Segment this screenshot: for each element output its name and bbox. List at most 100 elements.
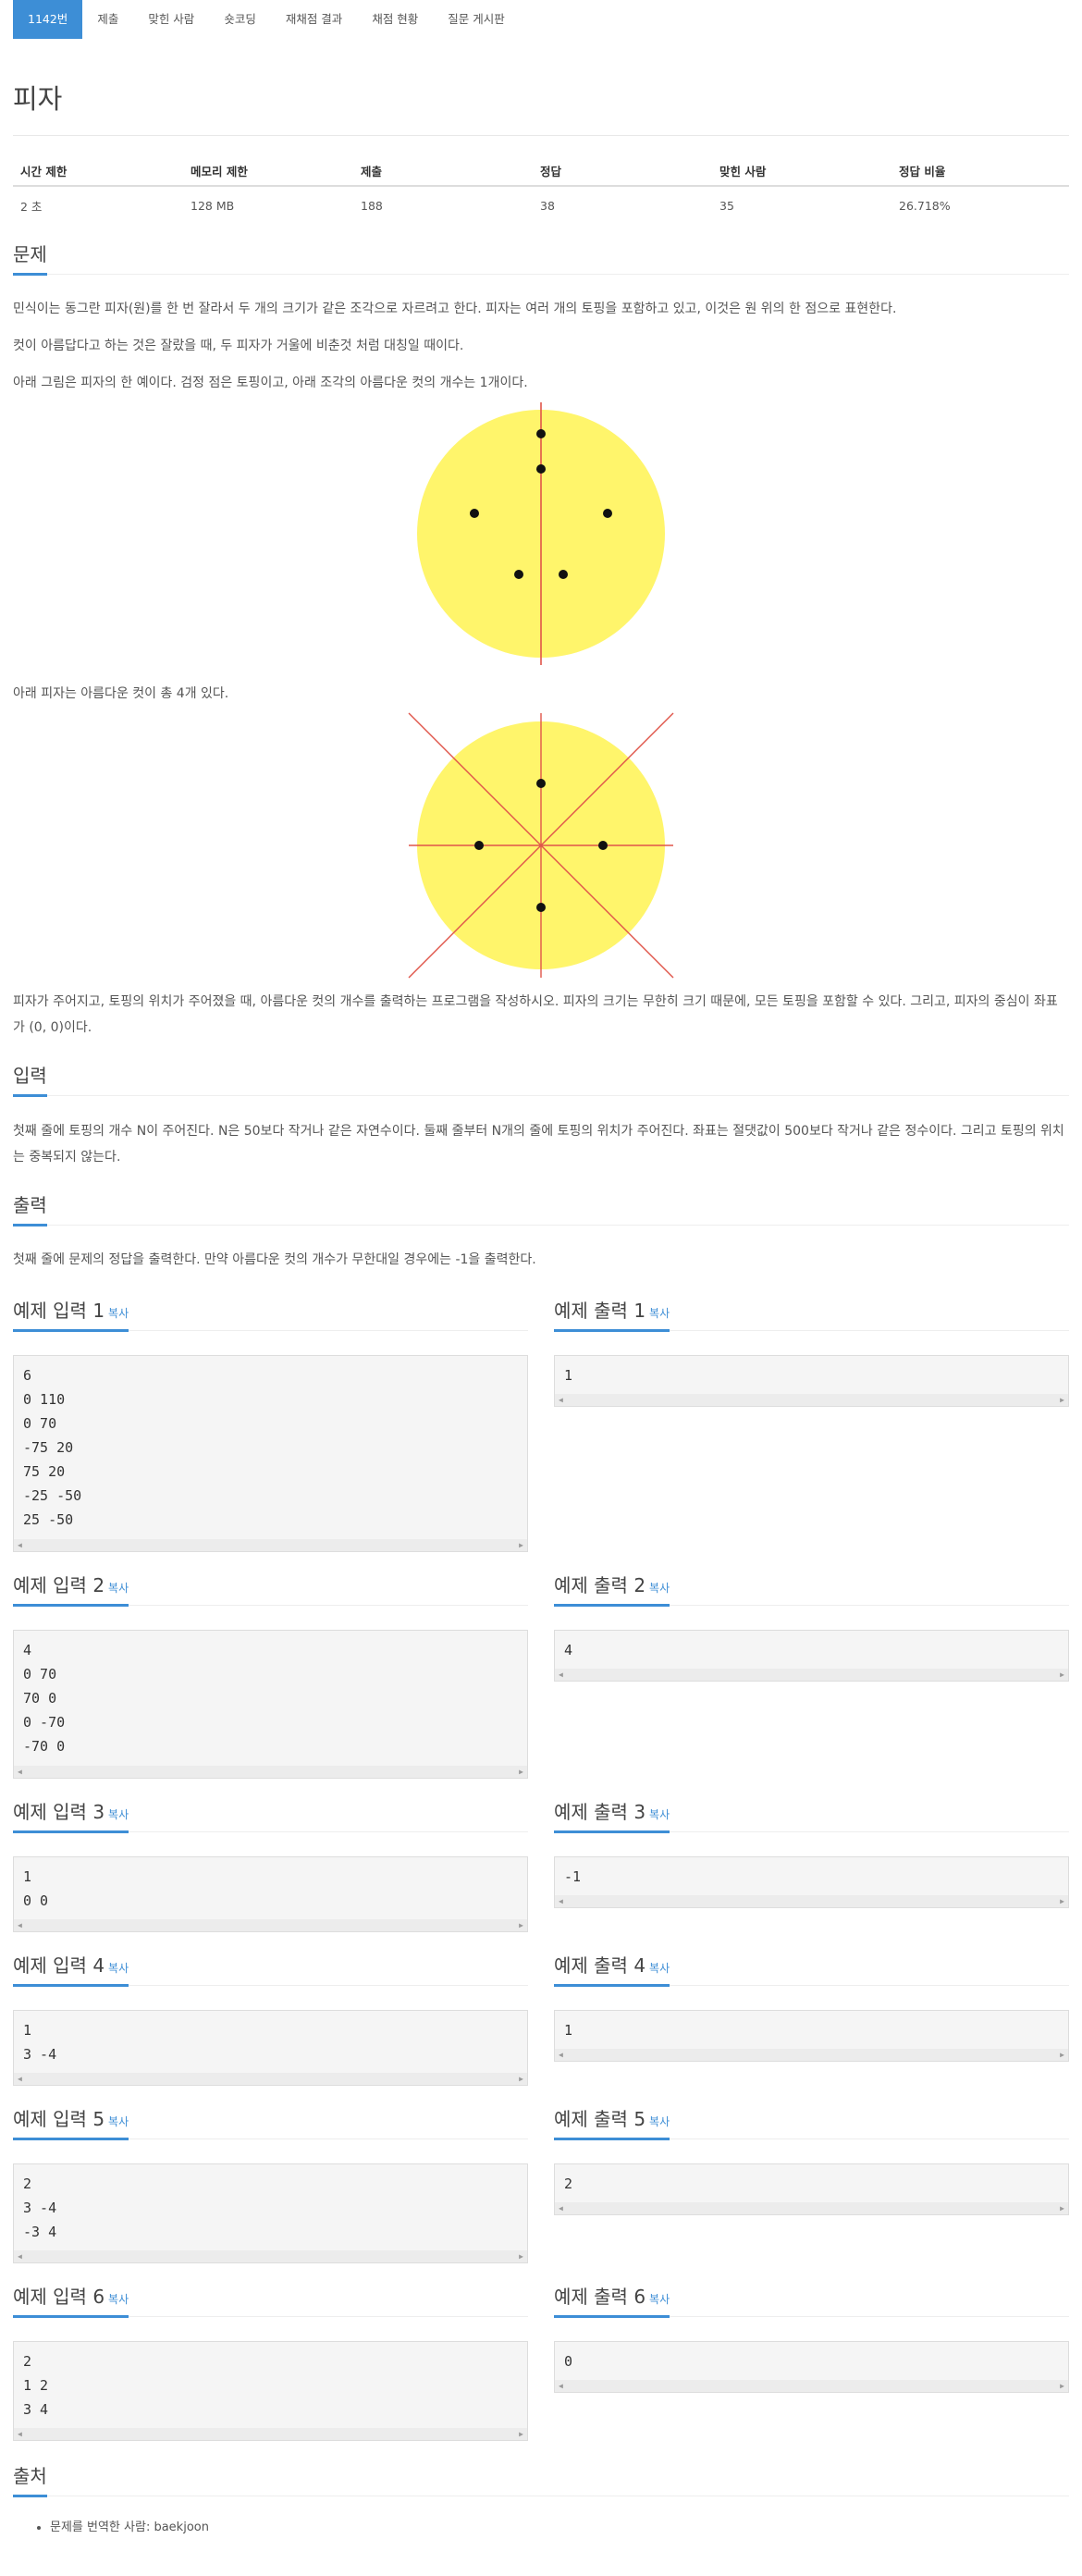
topping-dot <box>536 779 546 788</box>
problem-heading: 문제 <box>13 240 47 276</box>
accepted-value: 38 <box>540 199 555 213</box>
problem-info-table: 시간 제한 메모리 제한 제출 정답 맞힌 사람 정답 비율 2 초 128 M… <box>13 162 1069 217</box>
sample-input-box[interactable]: 4 0 70 70 0 0 -70 -70 0 ◀ ▶ <box>13 1630 528 1779</box>
sample-output-5-head: 예제 출력 5 복사 <box>554 2104 1069 2140</box>
source-translator: 문제를 번역한 사람: baekjoon <box>50 2517 1069 2534</box>
tab-board[interactable]: 질문 게시판 <box>433 0 519 39</box>
sample-output-6-head: 예제 출력 6 복사 <box>554 2282 1069 2318</box>
horizontal-scrollbar[interactable]: ◀ ▶ <box>555 2380 1068 2392</box>
copy-button[interactable]: 복사 <box>649 1808 670 1821</box>
sample-output-text: 1 <box>564 2022 573 2039</box>
header-submissions: 제출 <box>353 162 533 187</box>
sample-input-text: 1 0 0 <box>23 1868 49 1909</box>
horizontal-scrollbar[interactable]: ◀ ▶ <box>555 1895 1068 1907</box>
topping-dot <box>598 841 608 850</box>
copy-button[interactable]: 복사 <box>108 1582 129 1595</box>
sample-row: 예제 입력 1 복사 6 0 110 0 70 -75 20 75 20 -25 … <box>13 1296 1069 1552</box>
sample-output-text: 2 <box>564 2175 573 2192</box>
sample-output-1: 예제 출력 1 복사 1 ◀ ▶ <box>554 1296 1069 1552</box>
sample-output-2-head: 예제 출력 2 복사 <box>554 1571 1069 1607</box>
copy-button[interactable]: 복사 <box>649 1307 670 1320</box>
horizontal-scrollbar[interactable]: ◀ ▶ <box>14 1539 527 1551</box>
horizontal-scrollbar[interactable]: ◀ ▶ <box>555 1394 1068 1406</box>
pizza-figure-2 <box>408 712 674 979</box>
input-section-head: 입력 <box>13 1061 1069 1097</box>
horizontal-scrollbar[interactable]: ◀ ▶ <box>14 1919 527 1931</box>
topping-dot <box>603 509 612 518</box>
tab-short-coding[interactable]: 숏코딩 <box>209 0 271 39</box>
copy-button[interactable]: 복사 <box>108 2293 129 2306</box>
problem-text-5: 피자가 주어지고, 토핑의 위치가 주어졌을 때, 아름다운 컷의 개수를 출력… <box>13 994 1058 1035</box>
sample-output-box[interactable]: -1 ◀ ▶ <box>554 1856 1069 1908</box>
sample-input-3: 예제 입력 3 복사 1 0 0 ◀ ▶ <box>13 1797 528 1932</box>
sample-input-box[interactable]: 2 1 2 3 4 ◀ ▶ <box>13 2341 528 2441</box>
problem-text-1: 민식이는 동그란 피자(원)를 한 번 잘라서 두 개의 크기가 같은 조각으로… <box>13 302 897 316</box>
sample-input-box[interactable]: 2 3 -4 -3 4 ◀ ▶ <box>13 2163 528 2263</box>
tab-status[interactable]: 채점 현황 <box>357 0 433 39</box>
sample-output-4-head: 예제 출력 4 복사 <box>554 1951 1069 1987</box>
sample-output-5: 예제 출력 5 복사 2 ◀ ▶ <box>554 2104 1069 2263</box>
horizontal-scrollbar[interactable]: ◀ ▶ <box>555 2202 1068 2214</box>
horizontal-scrollbar[interactable]: ◀ ▶ <box>14 1766 527 1778</box>
topping-dot <box>536 429 546 438</box>
copy-button[interactable]: 복사 <box>108 1962 129 1975</box>
copy-button[interactable]: 복사 <box>108 2115 129 2128</box>
page-title: 피자 <box>13 83 63 115</box>
copy-button[interactable]: 복사 <box>649 2293 670 2306</box>
section-divider <box>13 1225 1069 1226</box>
horizontal-scrollbar[interactable]: ◀ ▶ <box>14 2428 527 2440</box>
sample-output-title: 예제 출력 4 <box>554 1954 646 1977</box>
sample-input-5-head: 예제 입력 5 복사 <box>13 2104 528 2140</box>
tab-problem[interactable]: 1142번 <box>13 0 83 39</box>
tab-rejudge[interactable]: 재채점 결과 <box>271 0 357 39</box>
tab-submit[interactable]: 제출 <box>82 0 133 39</box>
copy-button[interactable]: 복사 <box>649 1582 670 1595</box>
solvers-value: 35 <box>719 199 734 213</box>
horizontal-scrollbar[interactable]: ◀ ▶ <box>555 2049 1068 2061</box>
copy-button[interactable]: 복사 <box>649 1962 670 1975</box>
sample-output-1-head: 예제 출력 1 복사 <box>554 1296 1069 1332</box>
sample-input-box[interactable]: 6 0 110 0 70 -75 20 75 20 -25 -50 25 -50… <box>13 1355 528 1552</box>
problem-section-head: 문제 <box>13 240 1069 276</box>
sample-output-3-head: 예제 출력 3 복사 <box>554 1797 1069 1833</box>
header-solvers: 맞힌 사람 <box>712 162 891 187</box>
sample-output-box[interactable]: 1 ◀ ▶ <box>554 2010 1069 2062</box>
sample-input-box[interactable]: 1 0 0 ◀ ▶ <box>13 1856 528 1932</box>
sample-row: 예제 입력 5 복사 2 3 -4 -3 4 ◀ ▶ 예제 출력 5 복사 2 ◀ ▶ <box>13 2104 1069 2263</box>
tab-solvers[interactable]: 맞힌 사람 <box>133 0 209 39</box>
sample-row: 예제 입력 6 복사 2 1 2 3 4 ◀ ▶ 예제 출력 6 복사 0 ◀ ▶ <box>13 2282 1069 2441</box>
page: 1142번 제출 맞힌 사람 숏코딩 재채점 결과 채점 현황 질문 게시판 피… <box>0 0 1082 2534</box>
sample-input-box[interactable]: 1 3 -4 ◀ ▶ <box>13 2010 528 2086</box>
ratio-value: 26.718% <box>899 199 951 213</box>
sample-input-text: 1 3 -4 <box>23 2022 57 2063</box>
output-text: 첫째 줄에 문제의 정답을 출력한다. 만약 아름다운 컷의 개수가 무한대일 … <box>13 1252 536 1267</box>
memory-limit-value: 128 MB <box>191 199 235 213</box>
copy-button[interactable]: 복사 <box>108 1307 129 1320</box>
horizontal-scrollbar[interactable]: ◀ ▶ <box>14 2073 527 2085</box>
sample-output-2: 예제 출력 2 복사 4 ◀ ▶ <box>554 1571 1069 1779</box>
horizontal-scrollbar[interactable]: ◀ ▶ <box>14 2250 527 2262</box>
sample-input-title: 예제 입력 6 <box>13 2286 105 2308</box>
topping-dot <box>536 464 546 474</box>
sample-input-title: 예제 입력 5 <box>13 2108 105 2130</box>
sample-output-box[interactable]: 4 ◀ ▶ <box>554 1630 1069 1682</box>
sample-input-6-head: 예제 입력 6 복사 <box>13 2282 528 2318</box>
source-list: 문제를 번역한 사람: baekjoon <box>50 2517 1069 2534</box>
table-row: 2 초 128 MB 188 38 35 26.718% <box>13 186 1069 217</box>
section-divider <box>13 274 1069 275</box>
topping-dot <box>514 570 523 579</box>
topping-dot <box>536 903 546 912</box>
sample-input-1: 예제 입력 1 복사 6 0 110 0 70 -75 20 75 20 -25 … <box>13 1296 528 1552</box>
sample-output-box[interactable]: 0 ◀ ▶ <box>554 2341 1069 2393</box>
copy-button[interactable]: 복사 <box>649 2115 670 2128</box>
horizontal-scrollbar[interactable]: ◀ ▶ <box>555 1669 1068 1681</box>
copy-button[interactable]: 복사 <box>108 1808 129 1821</box>
sample-output-box[interactable]: 1 ◀ ▶ <box>554 1355 1069 1407</box>
topping-dot <box>474 841 484 850</box>
sample-input-text: 2 1 2 3 4 <box>23 2353 49 2418</box>
sample-input-text: 4 0 70 70 0 0 -70 -70 0 <box>23 1642 66 1755</box>
sample-output-text: 1 <box>564 1367 573 1384</box>
sample-output-title: 예제 출력 5 <box>554 2108 646 2130</box>
sample-output-box[interactable]: 2 ◀ ▶ <box>554 2163 1069 2215</box>
header-memory-limit: 메모리 제한 <box>183 162 353 187</box>
